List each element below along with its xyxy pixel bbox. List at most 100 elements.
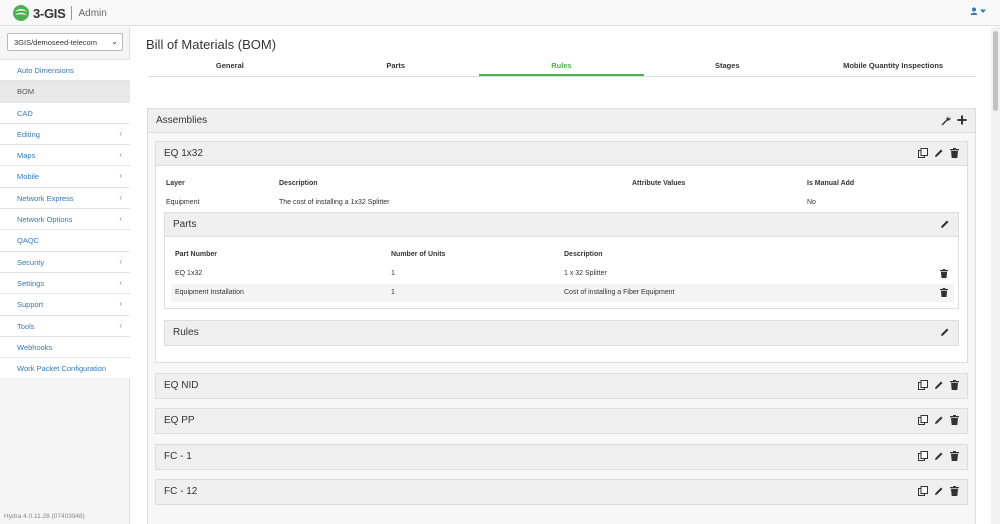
assembly-actions bbox=[918, 148, 959, 158]
assemblies-actions bbox=[940, 115, 967, 126]
organization-select-value: 3GIS/demoseed-telecom bbox=[14, 38, 97, 47]
part-description: Cost of installing a Fiber Equipment bbox=[564, 289, 675, 296]
assembly-header[interactable]: FC - 1 bbox=[156, 444, 967, 469]
pencil-icon[interactable] bbox=[934, 380, 944, 390]
brand-divider bbox=[71, 6, 73, 20]
assembly-eq-pp[interactable]: EQ PP bbox=[155, 408, 968, 435]
parts-title: Parts bbox=[173, 219, 197, 230]
assembly-header[interactable]: EQ NID bbox=[156, 374, 967, 398]
trash-icon[interactable] bbox=[940, 288, 948, 297]
sidebar-item-qaqc[interactable]: QAQC bbox=[0, 229, 130, 251]
pencil-icon[interactable] bbox=[940, 327, 950, 337]
pencil-icon[interactable] bbox=[934, 486, 944, 496]
tab-parts[interactable]: Parts bbox=[313, 57, 479, 76]
parts-panel: Parts Part Number Number of Units Descri… bbox=[164, 212, 959, 309]
sidebar-item-label: Security bbox=[17, 257, 45, 267]
plus-icon[interactable] bbox=[957, 115, 967, 125]
part-units: 1 bbox=[391, 289, 395, 296]
assembly-title: FC - 1 bbox=[164, 450, 192, 462]
pencil-icon[interactable] bbox=[934, 451, 944, 461]
sidebar-item-mobile[interactable]: Mobile ‹ bbox=[0, 165, 130, 187]
trash-icon[interactable] bbox=[950, 485, 959, 496]
chevron-left-icon: ‹ bbox=[119, 214, 122, 224]
sidebar-item-maps[interactable]: Maps ‹ bbox=[0, 144, 130, 166]
tab-general[interactable]: General bbox=[147, 57, 313, 76]
assembly-actions bbox=[918, 450, 959, 461]
assembly-eq-1x32: EQ 1x32 Layer Description Attribute Valu… bbox=[155, 141, 968, 363]
sidebar-item-label: Editing bbox=[17, 129, 40, 139]
assembly-eq-nid[interactable]: EQ NID bbox=[155, 373, 968, 399]
sidebar-item-label: Webhooks bbox=[17, 342, 53, 352]
sidebar-nav: Auto Dimensions BOM CAD Editing ‹ Maps ‹ Mobile… bbox=[0, 59, 130, 379]
trash-icon[interactable] bbox=[950, 380, 959, 390]
assembly-fc-12[interactable]: FC - 12 bbox=[155, 478, 968, 505]
chevron-left-icon: ‹ bbox=[119, 171, 122, 181]
scrollbar-thumb[interactable] bbox=[993, 31, 998, 111]
trash-icon[interactable] bbox=[950, 148, 959, 158]
tab-stages[interactable]: Stages bbox=[644, 57, 810, 76]
rules-panel: Rules bbox=[164, 320, 959, 346]
brand-name: 3-GIS bbox=[33, 5, 66, 21]
sidebar-item-bom[interactable]: BOM bbox=[0, 80, 130, 102]
assembly-header[interactable]: FC - 12 bbox=[156, 479, 967, 504]
tab-mobile-quantity-inspections[interactable]: Mobile Quantity Inspections bbox=[810, 57, 976, 76]
wrench-icon[interactable] bbox=[940, 115, 951, 126]
col-header-attribute-values: Attribute Values bbox=[632, 180, 686, 187]
sidebar-item-label: Work Packet Configuration bbox=[17, 364, 107, 374]
parts-col-number-of-units: Number of Units bbox=[391, 251, 446, 258]
sidebar-item-webhooks[interactable]: Webhooks bbox=[0, 335, 130, 358]
assembly-header[interactable]: EQ 1x32 bbox=[156, 142, 967, 166]
sidebar-item-editing[interactable]: Editing ‹ bbox=[0, 122, 130, 145]
rules-header: Rules bbox=[165, 321, 958, 345]
app-logo[interactable]: 3-GIS Admin bbox=[12, 4, 107, 22]
col-header-is-manual-add: Is Manual Add bbox=[807, 180, 855, 187]
sidebar-item-label: Mobile bbox=[17, 172, 40, 182]
copy-icon[interactable] bbox=[918, 380, 928, 390]
pencil-icon[interactable] bbox=[940, 219, 950, 229]
sidebar-item-label: BOM bbox=[17, 87, 35, 97]
sidebar-item-settings[interactable]: Settings ‹ bbox=[0, 271, 130, 294]
part-units: 1 bbox=[391, 270, 395, 277]
assemblies-header: Assemblies bbox=[148, 109, 975, 133]
assembly-title: EQ NID bbox=[164, 380, 199, 391]
pencil-icon[interactable] bbox=[934, 148, 944, 158]
rules-actions bbox=[940, 327, 950, 337]
chevron-down-icon: ⌄ bbox=[111, 37, 118, 46]
sidebar-item-network-express[interactable]: Network Express ‹ bbox=[0, 186, 130, 209]
copy-icon[interactable] bbox=[918, 485, 928, 496]
trash-icon[interactable] bbox=[950, 450, 959, 461]
chevron-left-icon: ‹ bbox=[119, 150, 122, 160]
trash-icon[interactable] bbox=[940, 269, 948, 278]
top-bar: 3-GIS Admin bbox=[0, 0, 1000, 26]
cell-layer: Equipment bbox=[166, 199, 200, 206]
user-menu[interactable] bbox=[970, 7, 986, 15]
assembly-actions bbox=[918, 415, 959, 426]
part-number: Equipment Installation bbox=[175, 289, 244, 296]
copy-icon[interactable] bbox=[918, 148, 928, 158]
sidebar-item-work-packet-configuration[interactable]: Work Packet Configuration bbox=[0, 357, 130, 379]
pencil-icon[interactable] bbox=[934, 415, 944, 425]
assembly-fc-1[interactable]: FC - 1 bbox=[155, 443, 968, 470]
tab-rules[interactable]: Rules bbox=[478, 57, 645, 76]
sidebar-item-support[interactable]: Support ‹ bbox=[0, 293, 130, 315]
rules-title: Rules bbox=[173, 327, 199, 338]
sidebar-item-security[interactable]: Security ‹ bbox=[0, 250, 130, 272]
cell-description: The cost of installing a 1x32 Splitter bbox=[279, 199, 390, 206]
trash-icon[interactable] bbox=[950, 415, 959, 426]
sidebar-item-network-options[interactable]: Network Options ‹ bbox=[0, 208, 130, 230]
parts-col-description: Description bbox=[564, 251, 603, 258]
sidebar-item-label: Tools bbox=[17, 321, 35, 331]
copy-icon[interactable] bbox=[918, 415, 928, 426]
cell-is-manual-add: No bbox=[807, 199, 816, 206]
assembly-header[interactable]: EQ PP bbox=[156, 409, 967, 434]
version-text: Hydra 4.0.11.28 (07403948) bbox=[4, 513, 85, 520]
copy-icon[interactable] bbox=[918, 450, 928, 461]
organization-select[interactable]: 3GIS/demoseed-telecom ⌄ bbox=[7, 33, 123, 51]
sidebar-item-tools[interactable]: Tools ‹ bbox=[0, 314, 130, 336]
sidebar-item-auto-dimensions[interactable]: Auto Dimensions bbox=[0, 59, 130, 81]
globe-logo-icon bbox=[13, 5, 29, 21]
sidebar-item-cad[interactable]: CAD bbox=[0, 101, 130, 123]
col-header-description: Description bbox=[279, 180, 318, 187]
page-scrollbar[interactable] bbox=[991, 27, 1000, 524]
main-content: Bill of Materials (BOM) General Parts Rule… bbox=[131, 27, 991, 524]
